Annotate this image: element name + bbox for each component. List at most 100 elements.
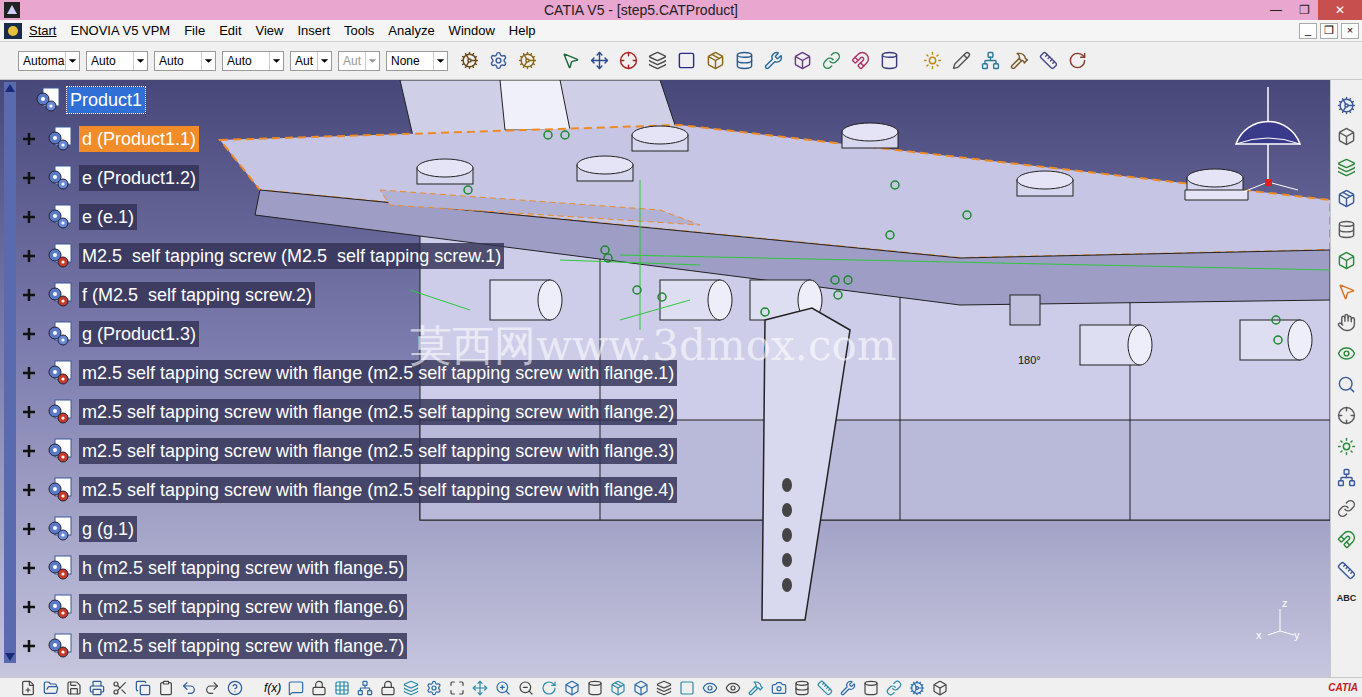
toolbar-icon[interactable]	[648, 51, 667, 70]
menu-item[interactable]: Start	[22, 21, 63, 41]
toolbar-icon[interactable]	[764, 51, 783, 70]
bottom-tool-icon[interactable]	[656, 680, 672, 696]
bottom-tool-icon[interactable]	[495, 680, 511, 696]
toolbar-icon[interactable]	[851, 51, 870, 70]
bottom-tool-icon[interactable]	[909, 680, 925, 696]
tree-item[interactable]: g (Product1.3)	[0, 314, 1330, 353]
menu-item[interactable]: ENOVIA V5 VPM	[63, 21, 177, 41]
bottom-tool-icon[interactable]	[794, 680, 810, 696]
tool-icon[interactable]	[1337, 468, 1356, 487]
menu-item[interactable]: Tools	[337, 21, 381, 41]
menu-item[interactable]: View	[249, 21, 291, 41]
expand-icon[interactable]	[22, 132, 36, 146]
bottom-tool-icon[interactable]	[288, 680, 304, 696]
style-dropdown[interactable]: Automa	[18, 51, 80, 71]
tree-item[interactable]: h (m2.5 self tapping screw with flange.7…	[0, 626, 1330, 665]
toolbar-icon[interactable]	[1039, 51, 1058, 70]
bottom-tool-icon[interactable]	[817, 680, 833, 696]
tree-item[interactable]: m2.5 self tapping screw with flange (m2.…	[0, 392, 1330, 431]
bottom-tool-icon[interactable]	[472, 680, 488, 696]
formula-tool[interactable]: f(x)	[264, 679, 281, 697]
window-control[interactable]: ✕	[1318, 0, 1362, 20]
tree-label[interactable]: m2.5 self tapping screw with flange (m2.…	[79, 477, 677, 503]
toolbar-icon[interactable]	[1010, 51, 1029, 70]
tool-icon[interactable]	[1337, 437, 1356, 456]
toolbar-icon[interactable]	[793, 51, 812, 70]
bottom-tool-icon[interactable]	[357, 680, 373, 696]
bottom-tool-icon[interactable]	[771, 680, 787, 696]
tree-label[interactable]: Product1	[67, 87, 145, 113]
style-dropdown[interactable]: Aut	[290, 51, 332, 71]
tree-item[interactable]: m2.5 self tapping screw with flange (m2.…	[0, 353, 1330, 392]
expand-icon[interactable]	[22, 288, 36, 302]
toolbar-icon[interactable]	[981, 51, 1000, 70]
toolbar-icon[interactable]	[952, 51, 971, 70]
scroll-down-icon[interactable]	[4, 651, 16, 663]
style-dropdown[interactable]: Aut	[338, 51, 380, 71]
toolbar-icon[interactable]	[706, 51, 725, 70]
bottom-tool-icon[interactable]	[886, 680, 902, 696]
bottom-tool-icon[interactable]	[43, 680, 59, 696]
bottom-tool-icon[interactable]	[403, 680, 419, 696]
bottom-tool-icon[interactable]	[334, 680, 350, 696]
tool-icon[interactable]	[1337, 344, 1356, 363]
tree-item[interactable]: d (Product1.1)	[0, 119, 1330, 158]
bottom-tool-icon[interactable]	[311, 680, 327, 696]
tree-item[interactable]: m2.5 self tapping screw with flange (m2.…	[0, 470, 1330, 509]
expand-icon[interactable]	[22, 405, 36, 419]
style-dropdown[interactable]: None	[386, 51, 448, 71]
toolbar-icon[interactable]	[489, 51, 508, 70]
tree-label[interactable]: m2.5 self tapping screw with flange (m2.…	[79, 399, 677, 425]
mdi-control[interactable]: _	[1299, 23, 1317, 39]
tool-icon[interactable]	[1337, 96, 1356, 115]
menu-item[interactable]: Window	[442, 21, 502, 41]
bottom-tool-icon[interactable]	[426, 680, 442, 696]
expand-icon[interactable]	[22, 600, 36, 614]
bottom-tool-icon[interactable]	[564, 680, 580, 696]
tool-icon[interactable]	[1337, 406, 1356, 425]
tool-icon[interactable]	[1337, 251, 1356, 270]
tool-icon[interactable]	[1337, 282, 1356, 301]
tree-item[interactable]: Product1	[0, 80, 1330, 119]
tree-item[interactable]: f (M2.5 self tapping screw.2)	[0, 275, 1330, 314]
menu-item[interactable]: Help	[502, 21, 543, 41]
style-dropdown[interactable]: Auto	[154, 51, 216, 71]
mdi-control[interactable]: ×	[1341, 23, 1359, 39]
expand-icon[interactable]	[22, 483, 36, 497]
toolbar-icon[interactable]	[923, 51, 942, 70]
bottom-tool-icon[interactable]	[66, 680, 82, 696]
expand-icon[interactable]	[22, 210, 36, 224]
tree-label[interactable]: M2.5 self tapping screw (M2.5 self tappi…	[79, 243, 504, 269]
tree-label[interactable]: m2.5 self tapping screw with flange (m2.…	[79, 438, 677, 464]
tree-label[interactable]: m2.5 self tapping screw with flange (m2.…	[79, 360, 677, 386]
tree-scrollbar[interactable]	[4, 82, 16, 663]
tool-icon[interactable]	[1337, 158, 1356, 177]
tree-label[interactable]: d (Product1.1)	[79, 126, 199, 152]
toolbar-icon[interactable]	[677, 51, 696, 70]
expand-icon[interactable]	[22, 639, 36, 653]
bottom-tool-icon[interactable]	[702, 680, 718, 696]
tool-icon[interactable]	[1337, 189, 1356, 208]
menu-item[interactable]: Edit	[212, 21, 248, 41]
tree-label[interactable]: h (m2.5 self tapping screw with flange.7…	[79, 633, 407, 659]
bottom-tool-icon[interactable]	[380, 680, 396, 696]
text-tool[interactable]: ABC	[1337, 592, 1357, 606]
tool-icon[interactable]	[1337, 313, 1356, 332]
tree-item[interactable]: m2.5 self tapping screw with flange (m2.…	[0, 431, 1330, 470]
tree-label[interactable]: g (Product1.3)	[79, 321, 199, 347]
toolbar-icon[interactable]	[735, 51, 754, 70]
tree-item[interactable]: e (e.1)	[0, 197, 1330, 236]
window-control[interactable]: —	[1262, 0, 1290, 20]
expand-icon[interactable]	[22, 561, 36, 575]
toolbar-icon[interactable]	[590, 51, 609, 70]
toolbar-icon[interactable]	[619, 51, 638, 70]
bottom-tool-icon[interactable]	[20, 680, 36, 696]
bottom-tool-icon[interactable]	[748, 680, 764, 696]
bottom-tool-icon[interactable]	[932, 680, 948, 696]
bottom-tool-icon[interactable]	[449, 680, 465, 696]
menu-item[interactable]: File	[177, 21, 212, 41]
toolbar-icon[interactable]	[1068, 51, 1087, 70]
toolbar-icon[interactable]	[822, 51, 841, 70]
tool-icon[interactable]	[1337, 499, 1356, 518]
tree-item[interactable]: e (Product1.2)	[0, 158, 1330, 197]
